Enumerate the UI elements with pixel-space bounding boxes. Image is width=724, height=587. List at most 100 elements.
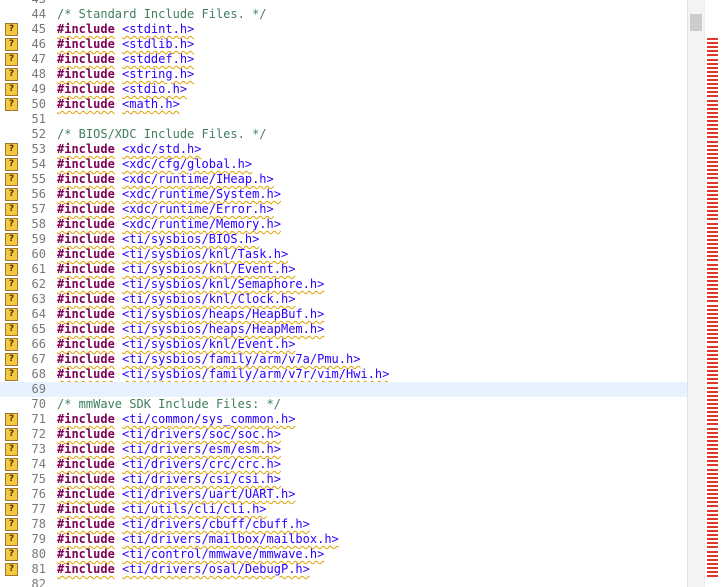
code-text[interactable]: /* Standard Include Files. */ (57, 7, 267, 22)
overview-error-mark[interactable] (707, 554, 718, 557)
code-line[interactable]: ? 73 #include <ti/drivers/esm/esm.h> (0, 442, 687, 457)
question-mark-warning-icon[interactable]: ? (5, 23, 18, 36)
code-editor[interactable]: 4344 /* Standard Include Files. */? 45 #inc… (0, 0, 724, 587)
overview-error-mark[interactable] (707, 464, 718, 467)
overview-error-mark[interactable] (707, 419, 718, 422)
code-line[interactable]: ? 62 #include <ti/sysbios/knl/Semaphore.h> (0, 277, 687, 292)
overview-error-mark[interactable] (707, 415, 718, 418)
overview-error-mark[interactable] (707, 42, 718, 45)
overview-error-mark[interactable] (707, 136, 718, 139)
overview-error-mark[interactable] (707, 288, 718, 291)
question-mark-warning-icon[interactable]: ? (5, 248, 18, 261)
code-text[interactable]: #include <ti/sysbios/family/arm/v7a/Pmu.… (57, 352, 360, 367)
code-text[interactable]: /* BIOS/XDC Include Files. */ (57, 127, 267, 142)
overview-error-mark[interactable] (707, 521, 718, 524)
code-line[interactable]: 44 /* Standard Include Files. */ (0, 7, 687, 22)
question-mark-warning-icon[interactable]: ? (5, 518, 18, 531)
overview-error-mark[interactable] (707, 210, 718, 213)
overview-error-mark[interactable] (707, 177, 718, 180)
code-line[interactable]: ? 55 #include <xdc/runtime/IHeap.h> (0, 172, 687, 187)
overview-error-mark[interactable] (707, 411, 718, 414)
question-mark-warning-icon[interactable]: ? (5, 563, 18, 576)
question-mark-warning-icon[interactable]: ? (5, 173, 18, 186)
overview-error-mark[interactable] (707, 320, 718, 323)
code-text[interactable]: #include <xdc/runtime/IHeap.h> (57, 172, 274, 187)
overview-error-mark[interactable] (707, 386, 718, 389)
overview-error-mark[interactable] (707, 431, 718, 434)
question-mark-warning-icon[interactable]: ? (5, 443, 18, 456)
code-line[interactable]: ? 58 #include <xdc/runtime/Memory.h> (0, 217, 687, 232)
code-line[interactable]: ? 74 #include <ti/drivers/crc/crc.h> (0, 457, 687, 472)
code-line[interactable]: ? 63 #include <ti/sysbios/knl/Clock.h> (0, 292, 687, 307)
overview-error-mark[interactable] (707, 472, 718, 475)
overview-error-mark[interactable] (707, 530, 718, 532)
overview-error-mark[interactable] (707, 74, 718, 77)
code-line[interactable]: ? 72 #include <ti/drivers/soc/soc.h> (0, 427, 687, 442)
overview-error-mark[interactable] (707, 366, 718, 368)
code-line[interactable]: ? 64 #include <ti/sysbios/heaps/HeapBuf.h> (0, 307, 687, 322)
overview-ruler[interactable] (704, 0, 724, 587)
code-area[interactable]: 4344 /* Standard Include Files. */? 45 #inc… (0, 0, 687, 587)
overview-error-mark[interactable] (707, 329, 718, 332)
overview-error-mark[interactable] (707, 546, 718, 549)
overview-error-mark[interactable] (707, 370, 718, 373)
overview-error-mark[interactable] (707, 374, 718, 377)
code-line[interactable]: ? 61 #include <ti/sysbios/knl/Event.h> (0, 262, 687, 277)
code-line[interactable]: 43 (0, 0, 687, 7)
question-mark-warning-icon[interactable]: ? (5, 188, 18, 201)
overview-error-mark[interactable] (707, 263, 718, 266)
code-text[interactable]: #include <xdc/cfg/global.h> (57, 157, 252, 172)
overview-error-mark[interactable] (707, 54, 718, 57)
overview-error-mark[interactable] (707, 333, 718, 336)
code-text[interactable]: #include <ti/sysbios/family/arm/v7r/vim/… (57, 367, 389, 382)
question-mark-warning-icon[interactable]: ? (5, 533, 18, 546)
overview-error-mark[interactable] (707, 234, 718, 237)
overview-error-mark[interactable] (707, 267, 718, 270)
code-text[interactable]: #include <ti/drivers/osal/DebugP.h> (57, 562, 310, 577)
overview-error-mark[interactable] (707, 542, 718, 545)
code-text[interactable]: #include <ti/drivers/mailbox/mailbox.h> (57, 532, 339, 547)
code-text[interactable]: #include <ti/sysbios/heaps/HeapBuf.h> (57, 307, 324, 322)
overview-error-mark[interactable] (707, 259, 718, 262)
overview-error-mark[interactable] (707, 325, 718, 327)
overview-error-mark[interactable] (707, 312, 718, 315)
code-text[interactable]: #include <ti/drivers/csi/csi.h> (57, 472, 281, 487)
code-line[interactable]: ? 81 #include <ti/drivers/osal/DebugP.h> (0, 562, 687, 577)
question-mark-warning-icon[interactable]: ? (5, 503, 18, 516)
code-text[interactable]: #include <ti/control/mmwave/mmwave.h> (57, 547, 324, 562)
overview-error-mark[interactable] (707, 202, 718, 204)
overview-error-mark[interactable] (707, 197, 718, 200)
overview-error-mark[interactable] (707, 345, 718, 348)
overview-error-mark[interactable] (707, 152, 718, 155)
code-line[interactable]: ? 77 #include <ti/utils/cli/cli.h> (0, 502, 687, 517)
question-mark-warning-icon[interactable]: ? (5, 368, 18, 381)
code-text[interactable]: #include <xdc/runtime/Error.h> (57, 202, 274, 217)
code-text[interactable]: #include <stdio.h> (57, 82, 187, 97)
overview-error-mark[interactable] (707, 357, 718, 360)
overview-error-mark[interactable] (707, 456, 718, 459)
overview-error-mark[interactable] (707, 181, 718, 184)
overview-error-mark[interactable] (707, 423, 718, 426)
code-text[interactable]: #include <ti/sysbios/knl/Event.h> (57, 337, 295, 352)
code-text[interactable]: #include <math.h> (57, 97, 180, 112)
code-line[interactable]: 70 /* mmWave SDK Include Files: */ (0, 397, 687, 412)
overview-error-mark[interactable] (707, 501, 718, 504)
code-text[interactable]: #include <xdc/runtime/System.h> (57, 187, 281, 202)
overview-error-mark[interactable] (707, 497, 718, 500)
code-text[interactable]: #include <ti/drivers/soc/soc.h> (57, 427, 281, 442)
overview-error-mark[interactable] (707, 353, 718, 356)
overview-error-mark[interactable] (707, 402, 718, 405)
code-line[interactable]: ? 68 #include <ti/sysbios/family/arm/v7r/v… (0, 367, 687, 382)
overview-error-mark[interactable] (707, 439, 718, 442)
overview-error-mark[interactable] (707, 361, 718, 364)
code-text[interactable]: #include <stdint.h> (57, 22, 194, 37)
overview-error-mark[interactable] (707, 517, 718, 520)
question-mark-warning-icon[interactable]: ? (5, 98, 18, 111)
overview-error-mark[interactable] (707, 407, 718, 409)
overview-error-mark[interactable] (707, 83, 718, 86)
question-mark-warning-icon[interactable]: ? (5, 338, 18, 351)
overview-error-mark[interactable] (707, 140, 718, 143)
overview-error-mark[interactable] (707, 316, 718, 319)
overview-error-mark[interactable] (707, 558, 718, 561)
overview-error-mark[interactable] (707, 448, 718, 450)
